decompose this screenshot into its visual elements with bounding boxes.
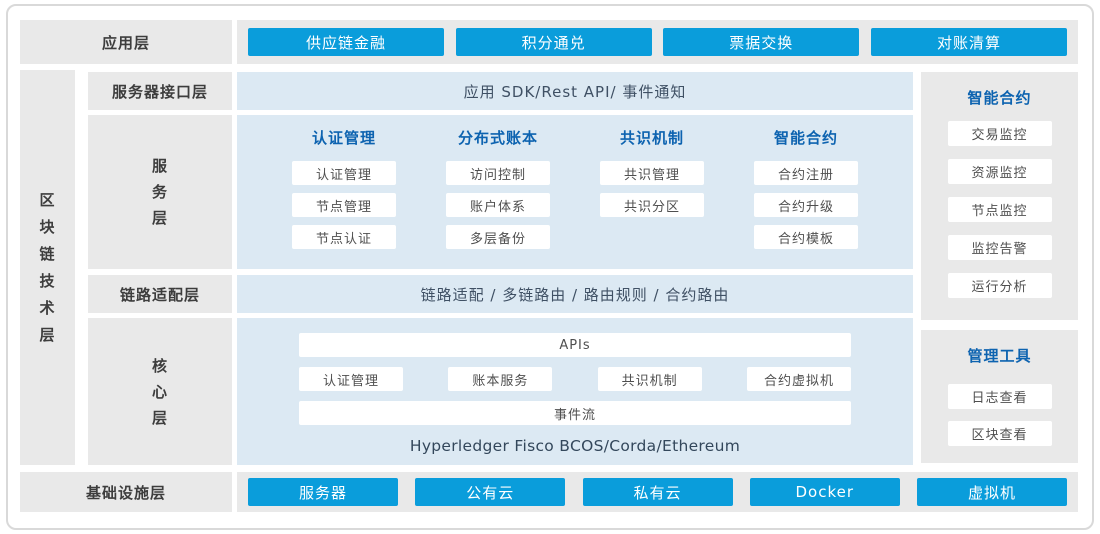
infra-layer-label: 基础设施层: [20, 472, 232, 512]
tools-item-log-view: 日志查看: [948, 384, 1052, 409]
app-layer-button-row: 供应链金融 积分通兑 票据交换 对账清算: [237, 20, 1078, 64]
service-layer-label: 服务层: [88, 115, 232, 269]
core-layer-label: 核心层: [88, 318, 232, 465]
monitor-item-alert: 监控告警: [948, 235, 1052, 260]
service-item: 合约注册: [754, 161, 858, 185]
management-tools-panel: 管理工具 日志查看 区块查看: [921, 330, 1078, 463]
service-column-auth: 认证管理 认证管理 节点管理 节点认证: [292, 127, 396, 269]
infra-button-vm: 虚拟机: [917, 478, 1067, 506]
service-column-smart-contract: 智能合约 合约注册 合约升级 合约模板: [754, 127, 858, 269]
monitor-item-analysis: 运行分析: [948, 273, 1052, 298]
service-item: 共识管理: [600, 161, 704, 185]
service-item: 节点管理: [292, 193, 396, 217]
core-event-stream-bar: 事件流: [299, 401, 851, 425]
monitor-item-node: 节点监控: [948, 197, 1052, 222]
core-layer-panel: APIs 认证管理 账本服务 共识机制 合约虚拟机 事件流 Hyperledge…: [237, 318, 913, 465]
smart-contract-monitor-panel: 智能合约 交易监控 资源监控 节点监控 监控告警 运行分析: [921, 72, 1078, 320]
monitor-panel-items: 交易监控 资源监控 节点监控 监控告警 运行分析: [948, 121, 1052, 298]
link-adapter-layer-panel: 链路适配 / 多链路由 / 路由规则 / 合约路由: [237, 275, 913, 313]
service-layer-panel: 认证管理 认证管理 节点管理 节点认证 分布式账本 访问控制 账户体系 多层备份…: [237, 115, 913, 269]
app-layer-label: 应用层: [20, 20, 232, 64]
architecture-diagram: 应用层 供应链金融 积分通兑 票据交换 对账清算 区块链技术层 服务器接口层 服…: [0, 0, 1100, 534]
service-column-header: 共识机制: [620, 127, 684, 149]
blockchain-tech-layer-rail: 区块链技术层: [20, 70, 75, 465]
core-box-auth: 认证管理: [299, 367, 403, 391]
core-layer-label-text: 核心层: [152, 353, 169, 431]
monitor-item-transaction: 交易监控: [948, 121, 1052, 146]
app-button-points-exchange: 积分通兑: [456, 28, 652, 56]
service-item: 合约模板: [754, 225, 858, 249]
blockchain-tech-layer-label: 区块链技术层: [39, 187, 56, 349]
interface-layer-label: 服务器接口层: [88, 72, 232, 110]
infra-button-server: 服务器: [248, 478, 398, 506]
tools-panel-header: 管理工具: [967, 344, 1031, 368]
app-button-supply-chain-finance: 供应链金融: [248, 28, 444, 56]
service-column-ledger: 分布式账本 访问控制 账户体系 多层备份: [446, 127, 550, 269]
core-apis-bar: APIs: [299, 333, 851, 357]
core-box-contract-vm: 合约虚拟机: [747, 367, 851, 391]
service-item: 合约升级: [754, 193, 858, 217]
app-button-reconciliation-clearing: 对账清算: [871, 28, 1067, 56]
tools-panel-items: 日志查看 区块查看: [948, 384, 1052, 446]
service-column-header: 认证管理: [312, 127, 376, 149]
service-item: 账户体系: [446, 193, 550, 217]
infra-button-docker: Docker: [750, 478, 900, 506]
service-layer-label-text: 服务层: [152, 153, 169, 231]
service-item: 认证管理: [292, 161, 396, 185]
infra-button-private-cloud: 私有云: [583, 478, 733, 506]
infra-layer-button-row: 服务器 公有云 私有云 Docker 虚拟机: [237, 472, 1078, 512]
service-column-header: 智能合约: [774, 127, 838, 149]
monitor-panel-header: 智能合约: [967, 86, 1031, 110]
service-column-consensus: 共识机制 共识管理 共识分区: [600, 127, 704, 269]
core-platforms-text: Hyperledger Fisco BCOS/Corda/Ethereum: [410, 437, 740, 455]
service-item: 节点认证: [292, 225, 396, 249]
interface-layer-panel: 应用 SDK/Rest API/ 事件通知: [237, 72, 913, 110]
monitor-item-resource: 资源监控: [948, 159, 1052, 184]
core-box-ledger-service: 账本服务: [448, 367, 552, 391]
app-button-bill-exchange: 票据交换: [663, 28, 859, 56]
core-box-row: 认证管理 账本服务 共识机制 合约虚拟机: [299, 367, 851, 391]
core-box-consensus: 共识机制: [598, 367, 702, 391]
service-item: 共识分区: [600, 193, 704, 217]
link-adapter-layer-label: 链路适配层: [88, 275, 232, 313]
tools-item-block-view: 区块查看: [948, 421, 1052, 446]
infra-button-public-cloud: 公有云: [415, 478, 565, 506]
service-column-header: 分布式账本: [458, 127, 538, 149]
service-item: 多层备份: [446, 225, 550, 249]
service-item: 访问控制: [446, 161, 550, 185]
